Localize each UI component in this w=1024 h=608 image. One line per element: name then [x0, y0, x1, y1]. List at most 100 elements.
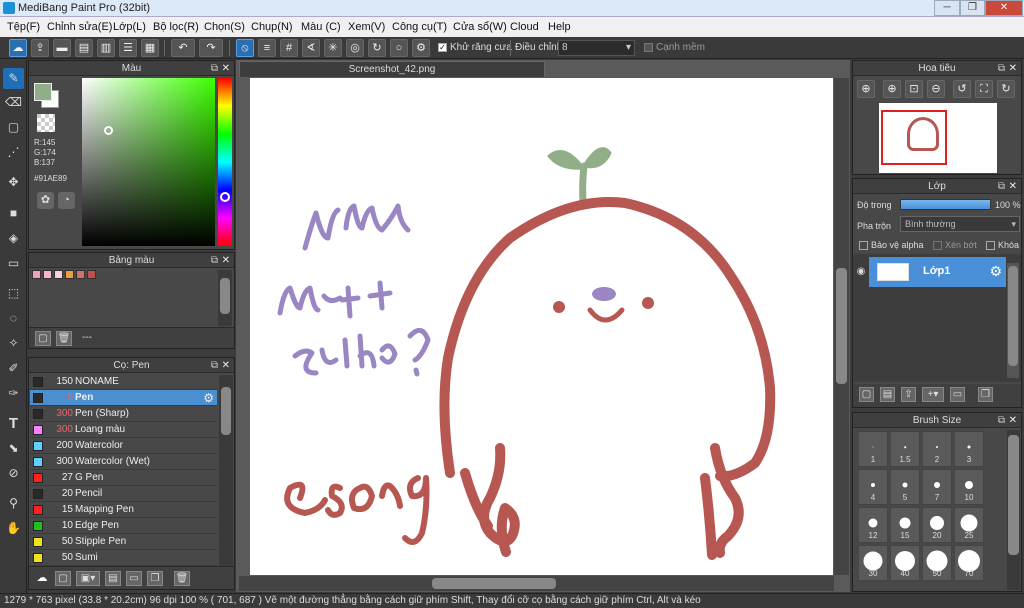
- comment-icon[interactable]: ▬: [53, 39, 71, 57]
- undock-icon[interactable]: ⧉: [998, 179, 1005, 194]
- close-icon[interactable]: ✕: [222, 61, 230, 76]
- close-icon[interactable]: ✕: [1009, 413, 1017, 428]
- rotate-right-icon[interactable]: ↻: [997, 80, 1015, 98]
- brush-row[interactable]: 15 Mapping Pen: [30, 502, 217, 518]
- brush-size-cell[interactable]: 40: [890, 545, 920, 581]
- undock-icon[interactable]: ⧉: [998, 61, 1005, 76]
- primary-color-swatch[interactable]: [34, 83, 52, 101]
- close-icon[interactable]: ✕: [222, 358, 230, 373]
- palette-swatch[interactable]: [65, 270, 74, 279]
- operation-tool-icon[interactable]: ⬊: [3, 438, 24, 459]
- brush-row[interactable]: 300 Loang màu: [30, 422, 217, 438]
- close-icon[interactable]: ✕: [222, 253, 230, 268]
- text-tool-icon[interactable]: T: [3, 413, 24, 434]
- brush-menu-icon[interactable]: ▣▾: [76, 571, 100, 586]
- new-halftone-layer-icon[interactable]: ▤: [880, 387, 895, 402]
- menu-view[interactable]: Xem(V): [348, 17, 385, 37]
- bucket-tool-icon[interactable]: ◈: [3, 228, 24, 249]
- circle-snap-icon[interactable]: ◎: [346, 39, 364, 57]
- list-icon[interactable]: ☰: [119, 39, 137, 57]
- folder-icon[interactable]: ▭: [126, 571, 142, 586]
- navigator-preview[interactable]: [879, 103, 997, 173]
- menu-cloud[interactable]: Cloud: [510, 17, 539, 37]
- transparent-swatch[interactable]: [37, 114, 55, 132]
- brush-row[interactable]: 50 Sumi: [30, 550, 217, 566]
- adjust-select[interactable]: 8 ▾: [558, 40, 635, 56]
- brush-size-cell[interactable]: 20: [922, 507, 952, 543]
- hue-handle[interactable]: [220, 192, 230, 202]
- add-layer-menu-icon[interactable]: +▾: [922, 387, 944, 402]
- import-layer-icon[interactable]: ⇪: [901, 387, 916, 402]
- clipping-checkbox[interactable]: [933, 241, 942, 251]
- lasso-tool-icon[interactable]: ◌: [3, 308, 24, 329]
- palette-scrollbar[interactable]: [218, 270, 232, 326]
- zoom-in-icon[interactable]: ⊕: [883, 80, 901, 98]
- canvas-horizontal-scrollbar[interactable]: [239, 576, 834, 591]
- brush-row[interactable]: 27 G Pen: [30, 470, 217, 486]
- share-icon[interactable]: ⇪: [31, 39, 49, 57]
- page-icon[interactable]: ▥: [97, 39, 115, 57]
- brush-size-cell[interactable]: 3: [954, 431, 984, 467]
- brush-size-cell[interactable]: 10: [954, 469, 984, 505]
- undock-icon[interactable]: ⧉: [211, 358, 218, 373]
- visibility-eye-icon[interactable]: ◉: [854, 257, 868, 287]
- snap-off-icon[interactable]: ⦸: [236, 39, 254, 57]
- ring-snap-icon[interactable]: ○: [390, 39, 408, 57]
- cloud-icon[interactable]: ☁: [9, 39, 27, 57]
- menu-layer[interactable]: Lớp(L): [113, 17, 146, 37]
- layer-row[interactable]: Lớp1 ⚙: [869, 257, 1006, 287]
- menu-help[interactable]: Help: [548, 17, 571, 37]
- close-button[interactable]: ✕: [985, 0, 1023, 16]
- brush-size-cell[interactable]: 30: [858, 545, 888, 581]
- protect-alpha-checkbox[interactable]: [859, 241, 868, 251]
- settings-icon[interactable]: ⚙: [412, 39, 430, 57]
- brush-row[interactable]: 150 NONAME: [30, 374, 217, 390]
- grid-snap-icon[interactable]: #: [280, 39, 298, 57]
- blend-select[interactable]: Bình thường ▾: [900, 216, 1020, 232]
- divide-tool-icon[interactable]: ⊘: [3, 463, 24, 484]
- brush-tool-icon[interactable]: ✎: [3, 68, 24, 89]
- eyedropper-tool-icon[interactable]: ⚲: [3, 493, 24, 514]
- brush-row[interactable]: 20 Pencil: [30, 486, 217, 502]
- minimize-button[interactable]: ─: [934, 0, 960, 16]
- color-saturation-field[interactable]: [82, 78, 215, 246]
- menu-snap[interactable]: Chụp(N): [251, 17, 293, 37]
- redo-icon[interactable]: ↷: [199, 39, 223, 57]
- parallel-snap-icon[interactable]: ≡: [258, 39, 276, 57]
- layer-scrollbar[interactable]: [1007, 263, 1019, 378]
- brush-size-cell[interactable]: 1.5: [890, 431, 920, 467]
- perspective-snap-icon[interactable]: ∢: [302, 39, 320, 57]
- curve-snap-icon[interactable]: ↻: [368, 39, 386, 57]
- undo-icon[interactable]: ↶: [171, 39, 195, 57]
- gear-icon[interactable]: ⚙: [203, 390, 214, 406]
- color-history-icon[interactable]: ◔: [58, 192, 75, 209]
- brush-size-cell[interactable]: 50: [922, 545, 952, 581]
- gear-icon[interactable]: ⚙: [989, 263, 1002, 280]
- radial-snap-icon[interactable]: ✳: [324, 39, 342, 57]
- duplicate-icon[interactable]: ❐: [147, 571, 163, 586]
- palette-swatch[interactable]: [43, 270, 52, 279]
- palette-swatch[interactable]: [54, 270, 63, 279]
- trash-icon[interactable]: 🗑: [56, 331, 72, 346]
- add-brush-icon[interactable]: ▢: [55, 571, 71, 586]
- menu-file[interactable]: Tệp(F): [7, 17, 40, 37]
- zoom-fit-icon[interactable]: ⊕: [857, 80, 875, 98]
- maximize-button[interactable]: ❐: [960, 0, 985, 16]
- lock-checkbox[interactable]: [986, 241, 995, 251]
- close-icon[interactable]: ✕: [1009, 179, 1017, 194]
- select-tool-icon[interactable]: ⬚: [3, 283, 24, 304]
- folder-icon[interactable]: ▭: [950, 387, 965, 402]
- undock-icon[interactable]: ⧉: [998, 413, 1005, 428]
- menu-select[interactable]: Chọn(S): [204, 17, 245, 37]
- close-icon[interactable]: ✕: [1009, 61, 1017, 76]
- fit-window-icon[interactable]: ⛶: [975, 80, 993, 98]
- trash-icon[interactable]: 🗑: [174, 571, 190, 586]
- antialias-checkbox[interactable]: ✓: [438, 42, 447, 52]
- menu-color[interactable]: Màu (C): [301, 17, 341, 37]
- fill-rect-tool-icon[interactable]: ■: [3, 203, 24, 224]
- brush-size-cell[interactable]: 5: [890, 469, 920, 505]
- drawing-canvas[interactable]: [250, 78, 833, 575]
- shape-tool-icon[interactable]: ▢: [3, 117, 24, 138]
- duplicate-icon[interactable]: ❐: [978, 387, 993, 402]
- brush-row[interactable]: 50 Stipple Pen: [30, 534, 217, 550]
